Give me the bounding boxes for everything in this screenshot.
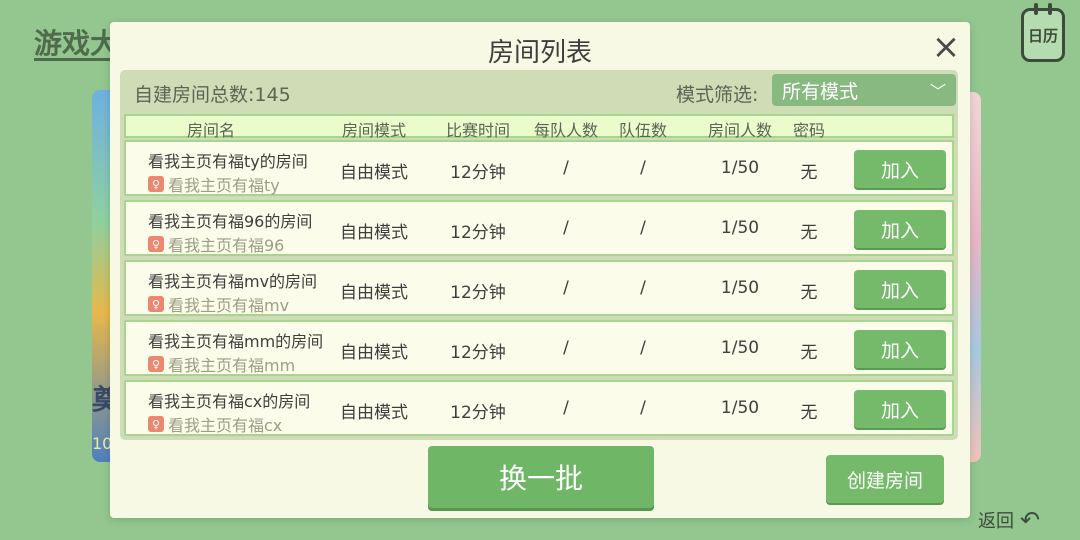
- room-host: ♀ 看我主页有福cx: [148, 412, 282, 436]
- back-button[interactable]: 返回 ↶: [978, 506, 1040, 534]
- column-header-per-team: 每队人数: [533, 121, 598, 140]
- room-teams: /: [640, 218, 646, 238]
- room-name: 看我主页有福cx的房间: [148, 392, 311, 411]
- background-title-underline: [34, 58, 114, 61]
- table-row: 看我主页有福mv的房间 ♀ 看我主页有福mv 自由模式 12分钟 / / 1/5…: [124, 260, 954, 316]
- total-rooms-label: 自建房间总数:145: [134, 84, 291, 106]
- room-password: 无: [800, 343, 818, 363]
- back-label: 返回: [978, 511, 1014, 532]
- room-name: 看我主页有福96的房间: [148, 212, 313, 231]
- room-host-name: 看我主页有福96: [168, 236, 285, 255]
- room-password: 无: [800, 223, 818, 243]
- user-icon: ♀: [148, 296, 164, 312]
- filter-label: 模式筛选:: [676, 84, 759, 106]
- room-host-name: 看我主页有福mm: [168, 356, 296, 375]
- table-row: 看我主页有福ty的房间 ♀ 看我主页有福ty 自由模式 12分钟 / / 1/5…: [124, 140, 954, 196]
- room-mode: 自由模式: [340, 223, 408, 243]
- refresh-batch-button[interactable]: 换一批: [428, 446, 654, 508]
- room-per-team: /: [563, 278, 569, 298]
- table-row: 看我主页有福96的房间 ♀ 看我主页有福96 自由模式 12分钟 / / 1/5…: [124, 200, 954, 256]
- create-room-button[interactable]: 创建房间: [826, 455, 944, 503]
- room-players: 1/50: [720, 338, 760, 358]
- close-icon[interactable]: ×: [930, 30, 962, 64]
- room-mode: 自由模式: [340, 343, 408, 363]
- table-row: 看我主页有福mm的房间 ♀ 看我主页有福mm 自由模式 12分钟 / / 1/5…: [124, 320, 954, 376]
- room-teams: /: [640, 398, 646, 418]
- join-button[interactable]: 加入: [854, 270, 946, 308]
- room-list-dialog: 房间列表 × 自建房间总数:145 模式筛选: 所有模式 ﹀ 房间名 房间模式 …: [110, 22, 970, 518]
- calendar-button[interactable]: 日历: [1021, 3, 1065, 62]
- column-header-room-name: 房间名: [186, 121, 235, 140]
- mode-filter-value: 所有模式: [782, 80, 859, 103]
- room-time: 12分钟: [450, 163, 506, 183]
- room-name: 看我主页有福ty的房间: [148, 152, 308, 171]
- room-players: 1/50: [720, 218, 760, 238]
- room-host: ♀ 看我主页有福mv: [148, 292, 289, 316]
- column-header-players: 房间人数: [707, 121, 772, 140]
- room-name: 看我主页有福mm的房间: [148, 332, 324, 351]
- room-per-team: /: [563, 158, 569, 178]
- join-button[interactable]: 加入: [854, 330, 946, 368]
- room-teams: /: [640, 278, 646, 298]
- room-players: 1/50: [720, 278, 760, 298]
- dialog-title: 房间列表: [487, 38, 592, 68]
- join-button[interactable]: 加入: [854, 210, 946, 248]
- table-row: 看我主页有福cx的房间 ♀ 看我主页有福cx 自由模式 12分钟 / / 1/5…: [124, 380, 954, 436]
- room-host-name: 看我主页有福cx: [168, 416, 283, 435]
- column-header-password: 密码: [792, 121, 825, 140]
- room-per-team: /: [563, 218, 569, 238]
- calendar-label: 日历: [1027, 26, 1058, 45]
- mode-filter-select[interactable]: 所有模式 ﹀: [772, 74, 956, 106]
- user-icon: ♀: [148, 356, 164, 372]
- room-host-name: 看我主页有福ty: [168, 176, 280, 195]
- room-time: 12分钟: [450, 223, 506, 243]
- room-time: 12分钟: [450, 343, 506, 363]
- join-button[interactable]: 加入: [854, 150, 946, 188]
- room-password: 无: [800, 163, 818, 183]
- room-host: ♀ 看我主页有福mm: [148, 352, 295, 376]
- room-list-panel: 自建房间总数:145 模式筛选: 所有模式 ﹀ 房间名 房间模式 比赛时间 每队…: [120, 70, 958, 440]
- room-password: 无: [800, 283, 818, 303]
- column-header-time: 比赛时间: [445, 121, 510, 140]
- chevron-down-icon: ﹀: [929, 82, 946, 101]
- room-mode: 自由模式: [340, 163, 408, 183]
- room-players: 1/50: [720, 398, 760, 418]
- room-host: ♀ 看我主页有福96: [148, 232, 284, 256]
- room-host: ♀ 看我主页有福ty: [148, 172, 280, 196]
- join-button[interactable]: 加入: [854, 390, 946, 428]
- user-icon: ♀: [148, 176, 164, 192]
- room-host-name: 看我主页有福mv: [168, 296, 290, 315]
- user-icon: ♀: [148, 236, 164, 252]
- background-title: 游戏大: [34, 27, 119, 60]
- room-time: 12分钟: [450, 283, 506, 303]
- room-per-team: /: [563, 398, 569, 418]
- column-header-teams: 队伍数: [618, 121, 667, 140]
- room-players: 1/50: [720, 158, 760, 178]
- room-mode: 自由模式: [340, 283, 408, 303]
- room-password: 无: [800, 403, 818, 423]
- room-mode: 自由模式: [340, 403, 408, 423]
- column-header-mode: 房间模式: [341, 121, 406, 140]
- user-icon: ♀: [148, 416, 164, 432]
- room-time: 12分钟: [450, 403, 506, 423]
- room-per-team: /: [563, 338, 569, 358]
- room-teams: /: [640, 158, 646, 178]
- room-teams: /: [640, 338, 646, 358]
- back-arrow-icon: ↶: [1020, 506, 1041, 534]
- table-header: 房间名 房间模式 比赛时间 每队人数 队伍数 房间人数 密码: [124, 114, 954, 140]
- room-name: 看我主页有福mv的房间: [148, 272, 318, 291]
